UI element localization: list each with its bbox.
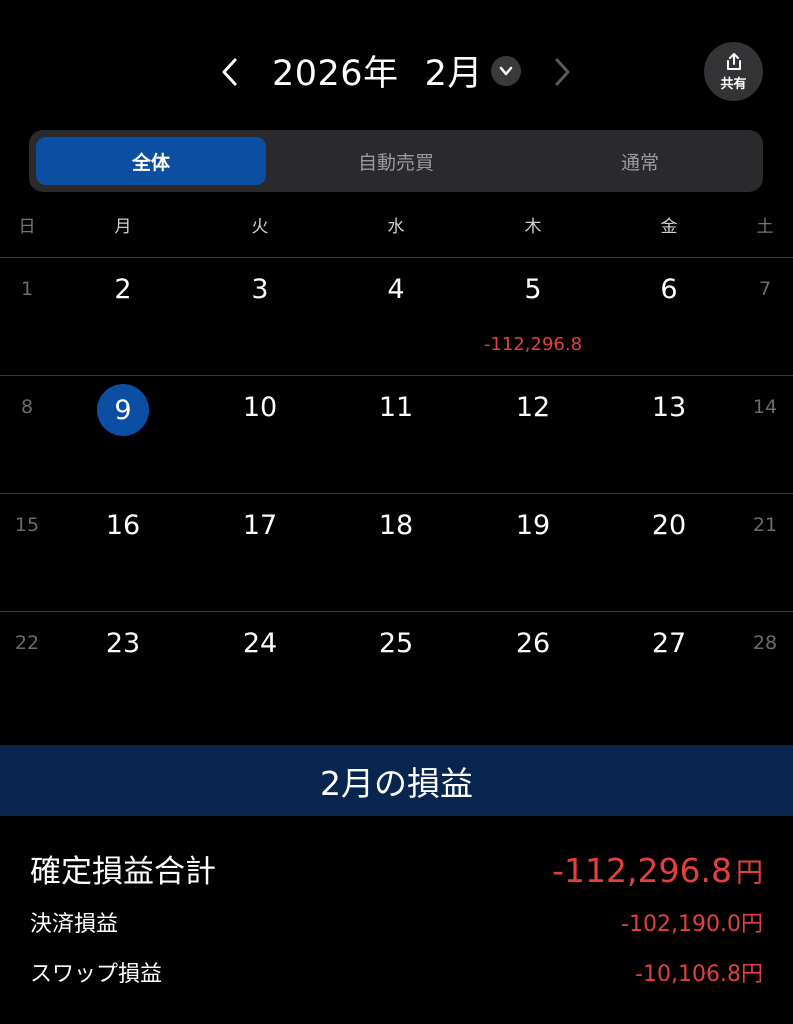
weekday-sun: 日 <box>18 217 36 237</box>
calendar-day[interactable]: 11 <box>366 392 426 423</box>
calendar-day[interactable]: 22 <box>0 632 57 654</box>
monthly-pl-title: 2月の損益 <box>0 745 793 816</box>
calendar-day[interactable]: 2 <box>93 274 153 305</box>
share-label: 共有 <box>720 76 747 92</box>
calendar-day[interactable]: 24 <box>230 628 290 659</box>
weekday-tue: 火 <box>251 217 269 237</box>
calendar-day[interactable]: 4 <box>366 274 426 305</box>
total-pl-value-wrap: -112,296.8 円 <box>552 851 763 890</box>
calendar-day[interactable]: 15 <box>0 514 57 536</box>
calendar-day[interactable]: 3 <box>230 274 290 305</box>
swap-pl-row: スワップ損益 -10,106.8円 <box>30 956 763 988</box>
calendar-day[interactable]: 19 <box>503 510 563 541</box>
calendar-day[interactable]: 25 <box>366 628 426 659</box>
total-pl-value: -112,296.8 <box>552 851 732 890</box>
calendar-day[interactable]: 23 <box>93 628 153 659</box>
calendar-day[interactable]: 26 <box>503 628 563 659</box>
calendar-week: 1 2 3 4 5 6 7 -112,296.8 <box>0 257 793 376</box>
calendar-day[interactable]: 18 <box>366 510 426 541</box>
calendar-day[interactable]: 21 <box>735 514 793 536</box>
total-pl-label: 確定損益合計 <box>30 854 216 890</box>
calendar-day[interactable]: 17 <box>230 510 290 541</box>
calendar-day[interactable]: 16 <box>93 510 153 541</box>
calendar-grid: 1 2 3 4 5 6 7 -112,296.8 8 9 10 11 12 13… <box>0 257 793 729</box>
today-indicator: 9 <box>97 384 149 436</box>
month-title: 2026年 2月 <box>272 44 483 96</box>
calendar-day[interactable]: 5 <box>503 274 563 305</box>
chevron-left-icon <box>222 58 237 86</box>
calendar-day[interactable]: 27 <box>639 628 699 659</box>
swap-pl-label: スワップ損益 <box>30 962 163 987</box>
prev-month-button[interactable] <box>210 50 250 94</box>
weekday-wed: 水 <box>387 217 405 237</box>
weekday-thu: 木 <box>524 217 542 237</box>
calendar-day[interactable]: 13 <box>639 392 699 423</box>
calendar-day[interactable]: 8 <box>0 396 57 418</box>
calendar-week: 15 16 17 18 19 20 21 <box>0 493 793 612</box>
month-label: 2月 <box>424 53 483 94</box>
settlement-pl-row: 決済損益 -102,190.0円 <box>30 906 763 938</box>
chevron-right-icon <box>555 58 570 86</box>
tab-all[interactable]: 全体 <box>36 137 266 185</box>
calendar-day[interactable]: 28 <box>735 632 793 654</box>
tab-normal[interactable]: 通常 <box>525 137 755 185</box>
weekday-mon: 月 <box>114 217 132 237</box>
month-picker-button[interactable] <box>491 56 521 86</box>
header: 2026年 2月 共有 <box>0 0 793 130</box>
weekday-fri: 金 <box>660 217 678 237</box>
pl-calendar-screen: 2026年 2月 共有 全体 自動売買 通常 日 月 火 水 木 金 土 1 2… <box>0 0 793 1024</box>
total-pl-row: 確定損益合計 -112,296.8 円 <box>30 846 763 891</box>
weekday-header: 日 月 火 水 木 金 土 <box>0 212 793 248</box>
next-month-button[interactable] <box>542 50 582 94</box>
calendar-day[interactable]: 6 <box>639 274 699 305</box>
weekday-sat: 土 <box>756 217 774 237</box>
settlement-pl-value: -102,190.0円 <box>621 912 763 937</box>
filter-tabs: 全体 自動売買 通常 <box>29 130 763 192</box>
calendar-day[interactable]: 7 <box>735 278 793 300</box>
tab-auto-trading[interactable]: 自動売買 <box>281 137 511 185</box>
calendar-day[interactable]: 20 <box>639 510 699 541</box>
year-label: 2026年 <box>272 53 399 94</box>
calendar-day[interactable]: 12 <box>503 392 563 423</box>
calendar-day[interactable]: 14 <box>735 396 793 418</box>
calendar-day[interactable]: 1 <box>0 278 57 300</box>
monthly-pl-summary: 確定損益合計 -112,296.8 円 決済損益 -102,190.0円 スワップ… <box>0 816 793 1024</box>
chevron-down-icon <box>499 66 513 76</box>
calendar-day-today[interactable]: 9 <box>93 384 153 436</box>
share-icon <box>726 52 741 70</box>
day-pl-value: -112,296.8 <box>483 334 583 355</box>
swap-pl-value: -10,106.8円 <box>635 962 763 987</box>
calendar-week: 8 9 10 11 12 13 14 <box>0 375 793 494</box>
settlement-pl-label: 決済損益 <box>30 912 119 937</box>
share-button[interactable]: 共有 <box>704 42 763 101</box>
yen-unit: 円 <box>736 858 763 889</box>
calendar-day[interactable]: 10 <box>230 392 290 423</box>
calendar-week: 22 23 24 25 26 27 28 <box>0 611 793 730</box>
